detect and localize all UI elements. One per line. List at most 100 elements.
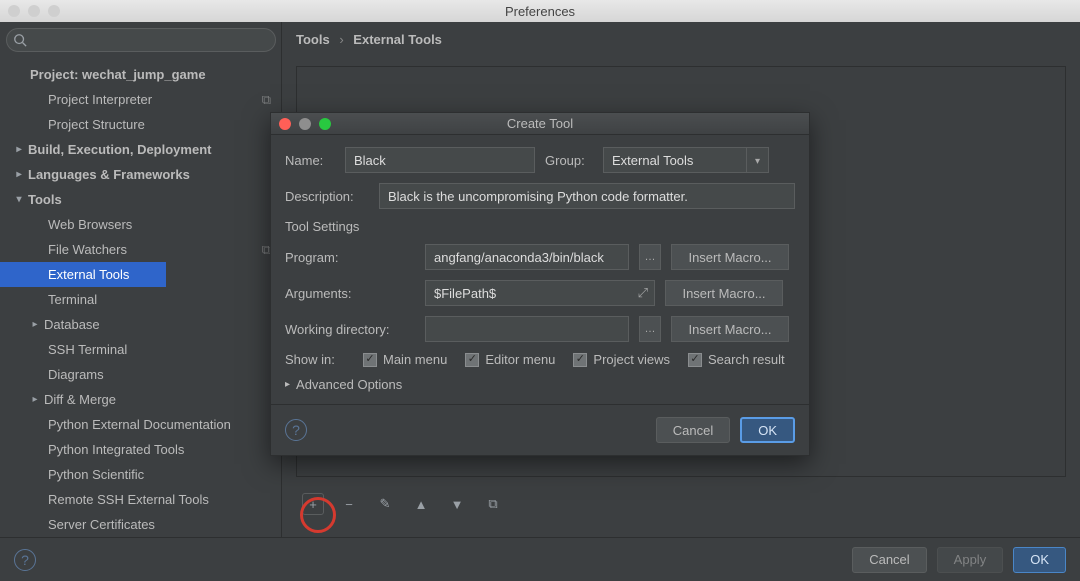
breadcrumb: Tools › External Tools — [282, 22, 1080, 57]
search-input[interactable] — [6, 28, 276, 52]
remove-button[interactable]: − — [338, 493, 360, 515]
dialog-title: Create Tool — [271, 116, 809, 131]
window-title: Preferences — [0, 4, 1080, 19]
checkbox-project-views[interactable]: ✓Project views — [573, 352, 670, 367]
breadcrumb-b: External Tools — [353, 32, 442, 47]
group-select[interactable]: External Tools ▾ — [603, 147, 769, 173]
tree-py-ext-doc[interactable]: Python External Documentation — [0, 412, 281, 437]
tree-remote-ssh[interactable]: Remote SSH External Tools — [0, 487, 281, 512]
checkbox-search-result[interactable]: ✓Search result — [688, 352, 785, 367]
description-label: Description: — [285, 189, 369, 204]
tree-tools[interactable]: ▾ Tools — [0, 187, 281, 212]
expand-icon[interactable]: ⤢ — [638, 285, 648, 301]
chevron-down-icon: ▾ — [14, 194, 24, 205]
tree-lang[interactable]: ▸Languages & Frameworks — [0, 162, 281, 187]
minus-icon: − — [345, 497, 353, 512]
label: Advanced Options — [296, 377, 402, 392]
tree-ssh-terminal[interactable]: SSH Terminal — [0, 337, 281, 362]
tree-py-sci[interactable]: Python Scientific — [0, 462, 281, 487]
ok-button[interactable]: OK — [1013, 547, 1066, 573]
name-field[interactable]: Black — [345, 147, 535, 173]
edit-button[interactable]: ✎ — [374, 493, 396, 515]
label: Python Scientific — [48, 467, 144, 482]
copy-button[interactable]: ⧉ — [482, 493, 504, 515]
tree-terminal[interactable]: Terminal — [0, 287, 281, 312]
breadcrumb-a: Tools — [296, 32, 330, 47]
search-icon — [13, 33, 27, 47]
down-button[interactable]: ▼ — [446, 493, 468, 515]
label: Database — [44, 317, 100, 332]
add-button[interactable]: + — [302, 493, 324, 515]
label: Cancel — [673, 423, 713, 438]
pencil-icon: ✎ — [380, 496, 391, 512]
label: Tools — [28, 192, 62, 207]
label: OK — [758, 423, 777, 438]
checkbox-editor-menu[interactable]: ✓Editor menu — [465, 352, 555, 367]
chevron-right-icon: ▸ — [30, 319, 40, 330]
tree-web-browsers[interactable]: Web Browsers — [0, 212, 281, 237]
program-field[interactable]: angfang/anaconda3/bin/black — [425, 244, 629, 270]
label: Cancel — [869, 552, 909, 567]
workdir-field[interactable] — [425, 316, 629, 342]
scope-icon: ⧉ — [262, 92, 271, 108]
label: Project Structure — [48, 117, 145, 132]
dialog-help-button[interactable]: ? — [285, 419, 307, 441]
cancel-button[interactable]: Cancel — [852, 547, 926, 573]
preferences-footer: ? Cancel Apply OK — [0, 537, 1080, 581]
checkbox-main-menu[interactable]: ✓Main menu — [363, 352, 447, 367]
label: SSH Terminal — [48, 342, 127, 357]
tree-project-interpreter[interactable]: Project Interpreter ⧉ — [0, 87, 281, 112]
arguments-field[interactable]: $FilePath$ ⤢ — [425, 280, 655, 306]
value: Black — [354, 153, 386, 168]
tree-project-heading[interactable]: Project: wechat_jump_game — [0, 62, 281, 87]
workdir-label: Working directory: — [285, 322, 415, 337]
label: Insert Macro... — [688, 250, 771, 265]
label: Python External Documentation — [48, 417, 231, 432]
description-field[interactable]: Black is the uncompromising Python code … — [379, 183, 795, 209]
dialog-ok-button[interactable]: OK — [740, 417, 795, 443]
label: Project Interpreter — [48, 92, 152, 107]
insert-macro-program[interactable]: Insert Macro... — [671, 244, 789, 270]
tree-build[interactable]: ▸Build, Execution, Deployment — [0, 137, 281, 162]
chevron-right-icon: ▸ — [30, 394, 40, 405]
arrow-up-icon: ▲ — [415, 497, 428, 512]
label: External Tools — [48, 267, 129, 282]
value: Black is the uncompromising Python code … — [388, 189, 688, 204]
advanced-options-toggle[interactable]: ▸ Advanced Options — [285, 377, 795, 392]
label: Build, Execution, Deployment — [28, 142, 211, 157]
label: Editor menu — [485, 352, 555, 367]
check-icon: ✓ — [573, 353, 587, 367]
insert-macro-workdir[interactable]: Insert Macro... — [671, 316, 789, 342]
browse-button[interactable]: … — [639, 244, 661, 270]
help-button[interactable]: ? — [14, 549, 36, 571]
check-icon: ✓ — [363, 353, 377, 367]
dialog-cancel-button[interactable]: Cancel — [656, 417, 730, 443]
tree-py-int-tools[interactable]: Python Integrated Tools — [0, 437, 281, 462]
insert-macro-arguments[interactable]: Insert Macro... — [665, 280, 783, 306]
chevron-down-icon: ▾ — [746, 148, 768, 173]
label: Insert Macro... — [688, 322, 771, 337]
tree-diff-merge[interactable]: ▸Diff & Merge — [0, 387, 281, 412]
tree-external-tools[interactable]: External Tools — [0, 262, 166, 287]
tool-settings-heading: Tool Settings — [285, 219, 795, 234]
show-in-label: Show in: — [285, 352, 345, 367]
label: OK — [1030, 552, 1049, 567]
up-button[interactable]: ▲ — [410, 493, 432, 515]
dialog-footer: ? Cancel OK — [271, 404, 809, 455]
label: Terminal — [48, 292, 97, 307]
apply-button[interactable]: Apply — [937, 547, 1004, 573]
chevron-right-icon: ▸ — [14, 169, 24, 180]
label: Remote SSH External Tools — [48, 492, 209, 507]
browse-workdir-button[interactable]: … — [639, 316, 661, 342]
tree-database[interactable]: ▸ Database — [0, 312, 281, 337]
tree-server-cert[interactable]: Server Certificates — [0, 512, 281, 537]
label: Diagrams — [48, 367, 104, 382]
tree-project-structure[interactable]: Project Structure — [0, 112, 281, 137]
value: angfang/anaconda3/bin/black — [434, 250, 604, 265]
label: File Watchers — [48, 242, 127, 257]
panel-toolbar: + − ✎ ▲ ▼ ⧉ — [296, 489, 1066, 519]
tree-diagrams[interactable]: Diagrams — [0, 362, 281, 387]
chevron-right-icon: ▸ — [285, 379, 290, 390]
tree-file-watchers[interactable]: File Watchers⧉ — [0, 237, 281, 262]
breadcrumb-sep: › — [339, 32, 343, 47]
